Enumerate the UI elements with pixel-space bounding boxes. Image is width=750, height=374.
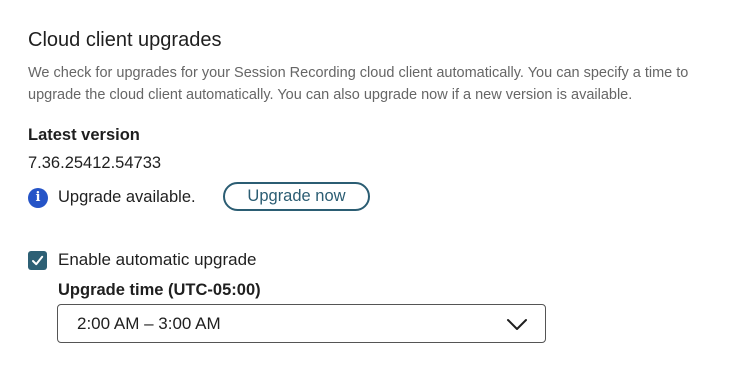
info-icon: i — [28, 188, 48, 208]
upgrade-available-text: Upgrade available. — [58, 188, 196, 206]
upgrade-time-select[interactable]: 2:00 AM – 3:00 AM — [57, 304, 546, 343]
upgrade-time-label: Upgrade time (UTC-05:00) — [58, 281, 261, 299]
section-description: We check for upgrades for your Session R… — [28, 65, 689, 103]
chevron-down-icon — [507, 319, 527, 330]
enable-auto-upgrade-label[interactable]: Enable automatic upgrade — [58, 249, 256, 271]
section-title: Cloud client upgrades — [28, 29, 222, 51]
latest-version-value: 7.36.25412.54733 — [28, 154, 162, 172]
upgrade-now-button[interactable]: Upgrade now — [223, 182, 370, 211]
upgrade-time-value: 2:00 AM – 3:00 AM — [77, 314, 221, 333]
enable-auto-upgrade-checkbox[interactable] — [28, 251, 47, 270]
latest-version-label: Latest version — [28, 126, 140, 144]
checkmark-icon — [32, 255, 44, 266]
